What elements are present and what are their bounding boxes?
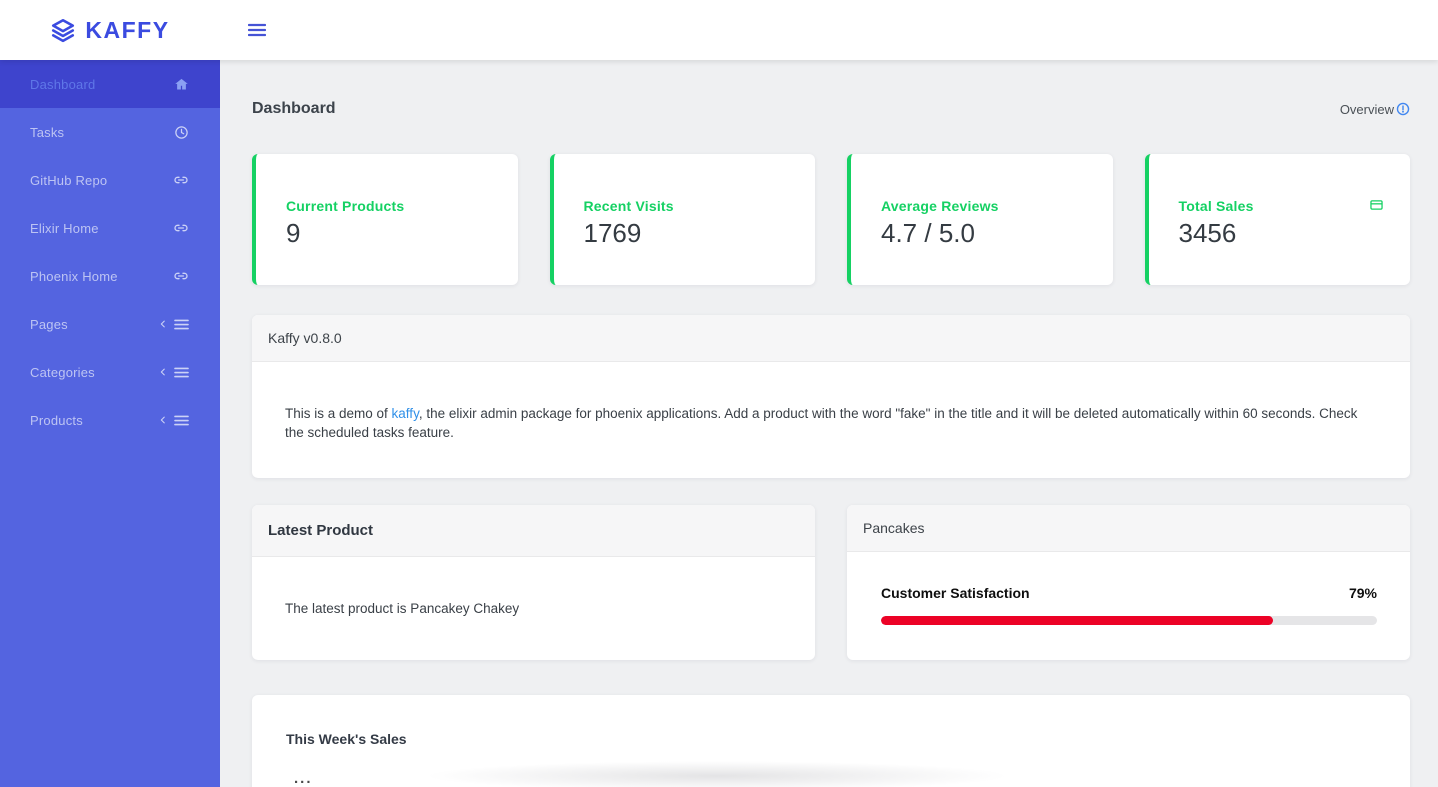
sidebar-item-categories[interactable]: Categories: [0, 348, 220, 396]
stat-card-total-sales: Total Sales 3456: [1144, 154, 1410, 285]
demo-text-before: This is a demo of: [285, 406, 392, 421]
stat-card-current-products: Current Products 9: [252, 154, 518, 285]
overview-label: Overview: [1339, 101, 1394, 117]
satisfaction-value: 79%: [1348, 585, 1377, 601]
stat-card-average-reviews: Average Reviews 4.7 / 5.0: [847, 154, 1113, 285]
link-icon: [173, 172, 189, 188]
sidebar-item-label: Products: [30, 412, 83, 428]
sidebar: Dashboard Tasks GitHub Repo Elixir Home: [0, 60, 220, 787]
list-icon[interactable]: [174, 366, 189, 379]
stat-value: 3456: [1178, 218, 1237, 248]
sidebar-item-label: Pages: [30, 316, 68, 332]
chevron-left-icon[interactable]: [158, 318, 168, 330]
progress-fill: [881, 616, 1273, 625]
card-header: Latest Product: [252, 505, 815, 557]
sidebar-item-label: Tasks: [30, 124, 65, 140]
stats-row: Current Products 9 Recent Visits 1769 Av…: [252, 154, 1410, 285]
layers-icon: [50, 17, 76, 43]
home-icon: [174, 77, 189, 92]
link-icon: [173, 220, 189, 236]
sidebar-item-label: Dashboard: [30, 76, 96, 92]
sidebar-item-label: Elixir Home: [30, 220, 99, 236]
brand-logo[interactable]: KAFFY: [0, 17, 220, 44]
card-body: Customer Satisfaction 79%: [847, 552, 1410, 625]
clock-icon: [174, 125, 189, 140]
satisfaction-label: Customer Satisfaction: [881, 585, 1030, 601]
sidebar-item-label: Categories: [30, 364, 95, 380]
card-body: This is a demo of kaffy, the elixir admi…: [252, 362, 1410, 478]
page-title: Dashboard: [252, 100, 336, 117]
pancakes-card: Pancakes Customer Satisfaction 79%: [847, 505, 1410, 660]
card-header: Kaffy v0.8.0: [252, 315, 1410, 362]
sidebar-item-label: Phoenix Home: [30, 268, 118, 284]
overview-link[interactable]: Overview: [1340, 102, 1410, 117]
card-header: Pancakes: [847, 505, 1410, 552]
menu-toggle-icon[interactable]: [248, 22, 266, 38]
list-icon[interactable]: [174, 318, 189, 331]
latest-product-card: Latest Product The latest product is Pan…: [252, 505, 815, 660]
sidebar-item-tasks[interactable]: Tasks: [0, 108, 220, 156]
sidebar-item-pages[interactable]: Pages: [0, 300, 220, 348]
info-icon[interactable]: [1396, 102, 1410, 116]
stat-title: Total Sales: [1178, 198, 1254, 214]
chevron-left-icon[interactable]: [158, 366, 168, 378]
top-bar: KAFFY: [0, 0, 1438, 60]
credit-card-icon: [1369, 198, 1384, 212]
chart-shadow: [424, 761, 1010, 787]
stat-value: 1769: [583, 218, 642, 248]
stat-card-recent-visits: Recent Visits 1769: [549, 154, 815, 285]
kaffy-link[interactable]: kaffy: [392, 406, 419, 421]
kaffy-version-card: Kaffy v0.8.0 This is a demo of kaffy, th…: [252, 315, 1410, 478]
link-icon: [173, 268, 189, 284]
progress-bar: [881, 616, 1377, 625]
sidebar-item-products[interactable]: Products: [0, 396, 220, 444]
stat-value: 9: [286, 218, 301, 248]
sidebar-item-phoenix-home[interactable]: Phoenix Home: [0, 252, 220, 300]
brand-name: KAFFY: [85, 16, 170, 43]
sidebar-item-dashboard[interactable]: Dashboard: [0, 60, 220, 108]
weekly-sales-card: This Week's Sales ...: [252, 695, 1410, 787]
demo-text-after: , the elixir admin package for phoenix a…: [285, 406, 1358, 440]
main-content: Dashboard Overview Current Products 9 Re…: [220, 60, 1438, 787]
chart-clipped-marks: ...: [294, 770, 313, 787]
stat-value: 4.7 / 5.0: [881, 218, 975, 248]
stat-title: Current Products: [286, 198, 405, 214]
list-icon[interactable]: [174, 414, 189, 427]
sidebar-item-label: GitHub Repo: [30, 172, 108, 188]
chevron-left-icon[interactable]: [158, 414, 168, 426]
stat-title: Recent Visits: [583, 198, 674, 214]
stat-title: Average Reviews: [881, 198, 999, 214]
sidebar-item-github-repo[interactable]: GitHub Repo: [0, 156, 220, 204]
sales-card-title: This Week's Sales: [286, 731, 407, 747]
sidebar-item-elixir-home[interactable]: Elixir Home: [0, 204, 220, 252]
latest-product-text: The latest product is Pancakey Chakey: [285, 601, 520, 616]
